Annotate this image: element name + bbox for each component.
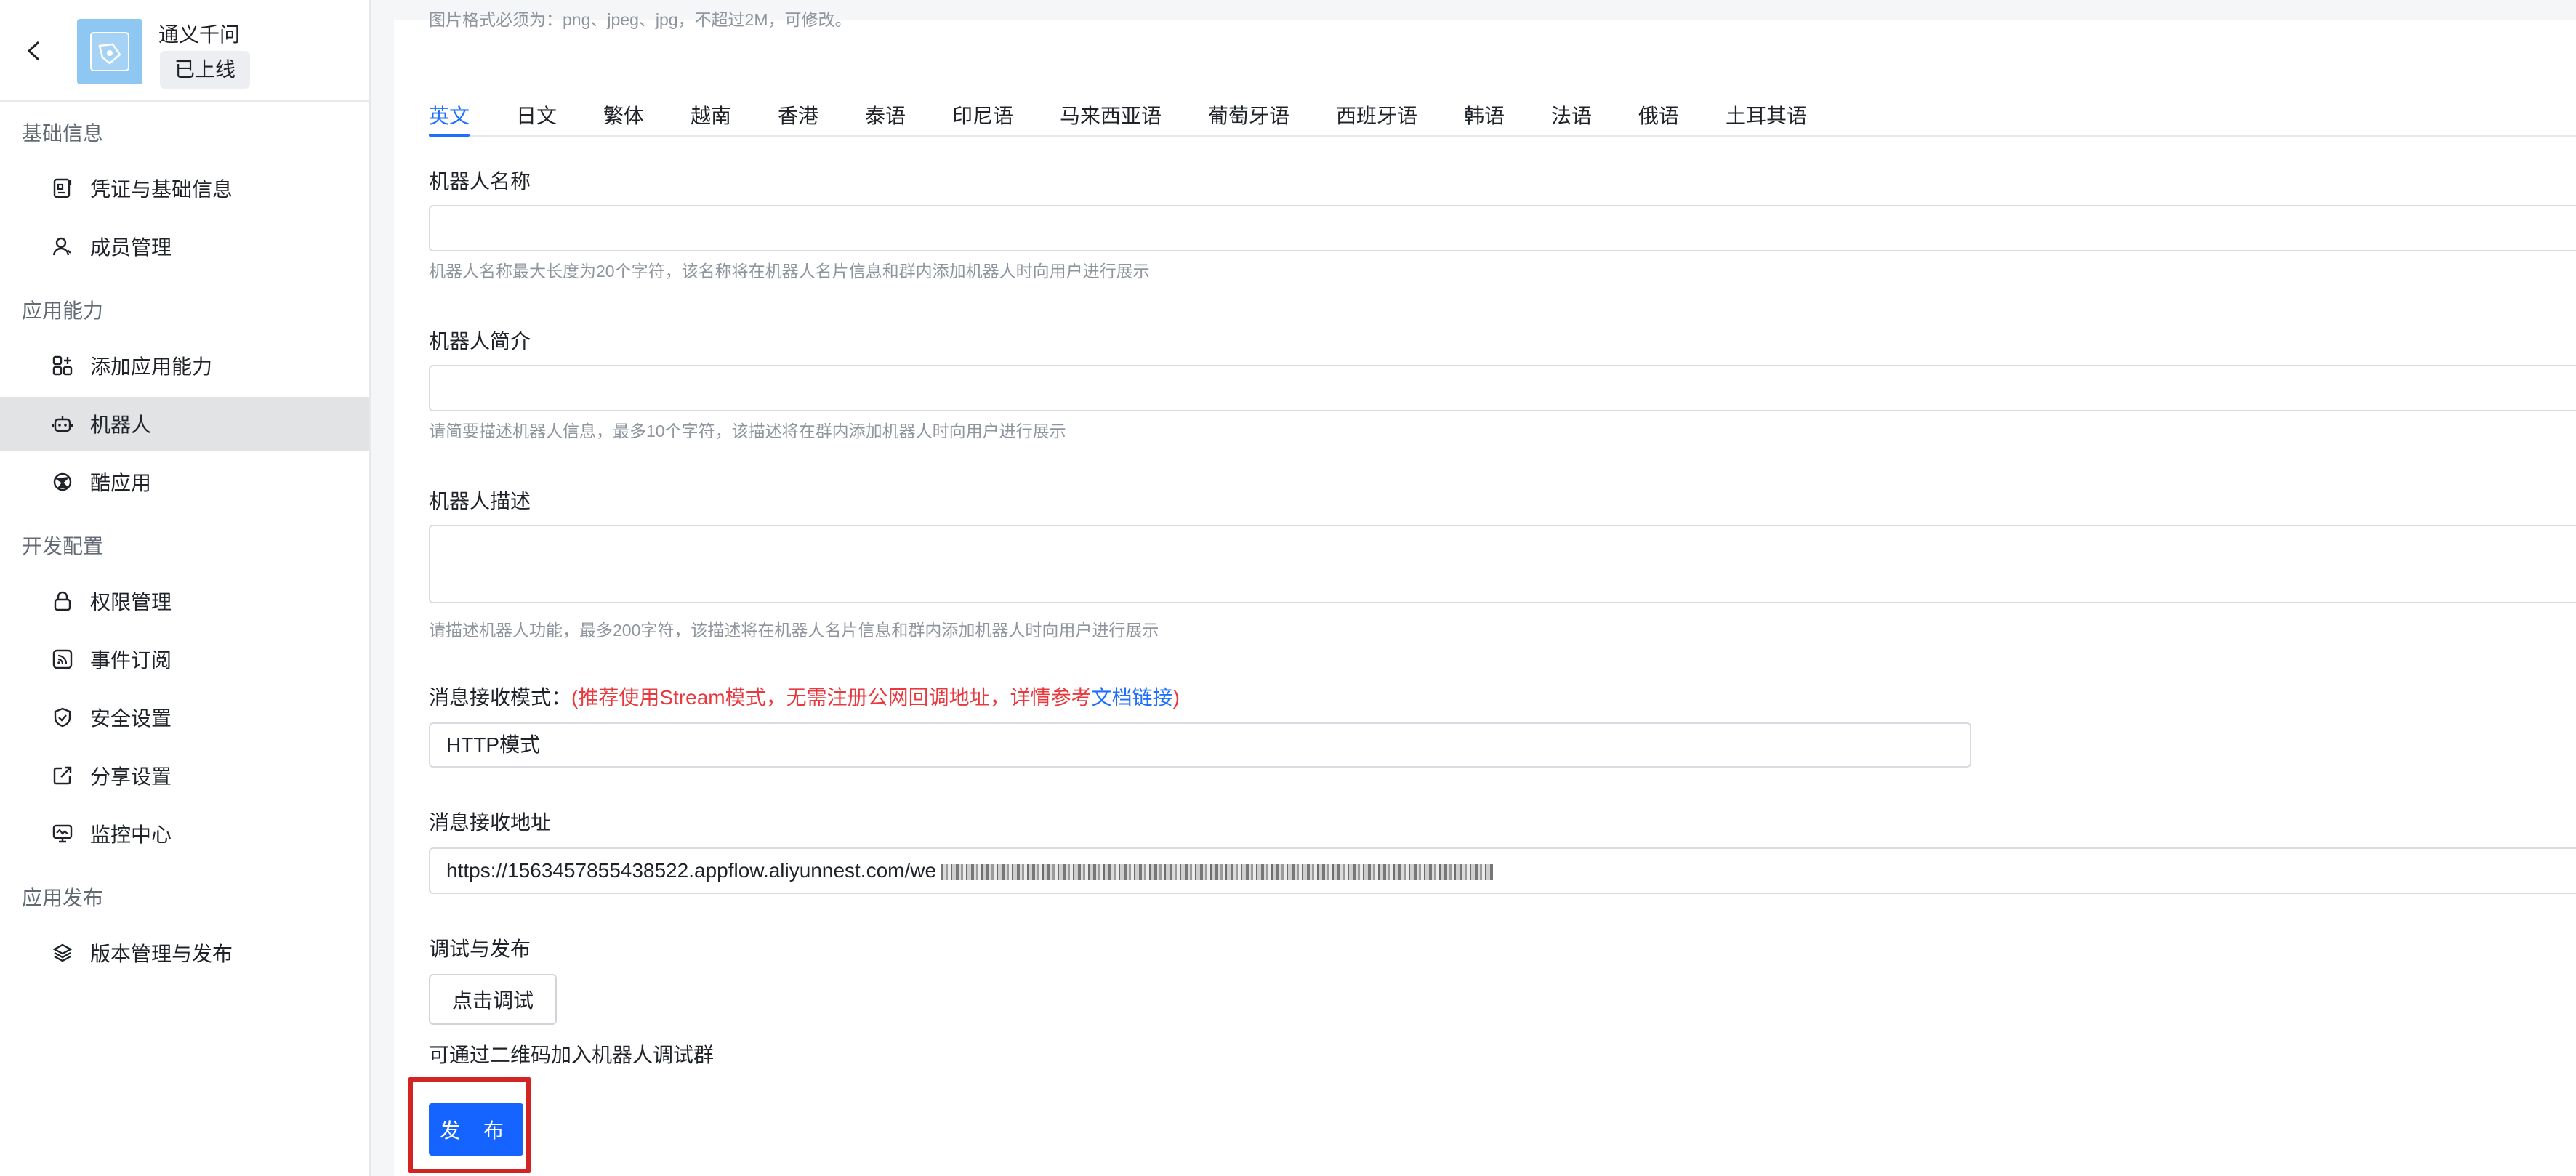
sidebar-item-add-ability[interactable]: 添加应用能力 <box>0 339 369 392</box>
msg-mode-label-text: 消息接收模式： <box>429 686 572 709</box>
sidebar-item-events[interactable]: 事件订阅 <box>0 632 369 686</box>
share-icon <box>51 764 74 787</box>
msg-mode-label: 消息接收模式：(推荐使用Stream模式，无需注册公网回调地址，详情参考文档链接… <box>429 682 1180 711</box>
msg-url-value: https://1563457855438522.appflow.aliyunn… <box>446 859 937 882</box>
app-status-badge: 已上线 <box>160 51 251 89</box>
publish-button[interactable]: 发 布 <box>429 1103 523 1156</box>
section-title-dev-config: 开发配置 <box>22 535 104 557</box>
robot-desc-textarea[interactable] <box>429 525 2576 603</box>
user-icon <box>51 235 74 258</box>
redacted-url-segment <box>941 863 1494 880</box>
sidebar-item-cool-app[interactable]: 酷应用 <box>0 455 369 509</box>
robot-desc-label: 机器人描述 <box>429 490 531 512</box>
tab-traditional-chinese[interactable]: 繁体 <box>603 100 644 129</box>
section-title-publish: 应用发布 <box>22 887 104 909</box>
msg-url-label: 消息接收地址 <box>429 811 552 834</box>
msg-mode-paren-open: ( <box>571 686 579 709</box>
robot-desc-hint: 请描述机器人功能，最多200字符，该描述将在机器人名片信息和群内添加机器人时向用… <box>429 621 1159 640</box>
tab-hongkong[interactable]: 香港 <box>778 100 818 129</box>
tab-malay[interactable]: 马来西亚语 <box>1060 100 1162 129</box>
tab-english[interactable]: 英文 <box>429 100 470 129</box>
language-tabs: 英文 日文 繁体 越南 香港 泰语 印尼语 马来西亚语 葡萄牙语 西班牙语 韩语… <box>429 90 2576 137</box>
shield-icon <box>51 706 74 729</box>
tab-vietnamese[interactable]: 越南 <box>691 100 731 129</box>
sidebar-item-members[interactable]: 成员管理 <box>0 220 369 273</box>
debug-publish-label: 调试与发布 <box>429 938 531 960</box>
robot-name-label: 机器人名称 <box>429 170 531 193</box>
tab-japanese[interactable]: 日文 <box>516 100 557 129</box>
sidebar-item-version-publish[interactable]: 版本管理与发布 <box>0 926 369 980</box>
credential-icon <box>51 177 74 200</box>
doc-link[interactable]: 文档链接 <box>1092 686 1173 709</box>
main-panel: 图片格式必须为：png、jpeg、jpg，不超过2M，可修改。 英文 日文 繁体… <box>394 10 2576 1176</box>
tab-french[interactable]: 法语 <box>1551 100 1592 129</box>
sidebar-item-label: 监控中心 <box>90 823 172 846</box>
tab-spanish[interactable]: 西班牙语 <box>1336 100 1417 129</box>
sidebar-item-label: 凭证与基础信息 <box>90 178 233 201</box>
sidebar-item-label: 权限管理 <box>90 591 172 613</box>
robot-name-input[interactable] <box>429 205 2576 251</box>
section-title-basic: 基础信息 <box>22 122 104 145</box>
tab-thai[interactable]: 泰语 <box>865 100 906 129</box>
back-icon[interactable] <box>20 38 47 64</box>
sidebar-item-label: 版本管理与发布 <box>90 943 233 965</box>
section-title-abilities: 应用能力 <box>22 299 104 322</box>
robot-intro-label: 机器人简介 <box>429 330 531 353</box>
sidebar-item-security[interactable]: 安全设置 <box>0 690 369 744</box>
sidebar-item-label: 酷应用 <box>90 472 152 494</box>
msg-mode-recommendation: 推荐使用Stream模式，无需注册公网回调地址，详情参考 <box>578 686 1092 709</box>
sidebar-item-permissions[interactable]: 权限管理 <box>0 574 369 628</box>
rss-icon <box>51 648 74 671</box>
msg-url-input[interactable]: https://1563457855438522.appflow.aliyunn… <box>429 847 2576 894</box>
sidebar-item-monitor[interactable]: 监控中心 <box>0 807 369 861</box>
robot-intro-hint: 请简要描述机器人信息，最多10个字符，该描述将在群内添加机器人时向用户进行展示 <box>429 422 1066 440</box>
msg-mode-paren-close: ) <box>1172 686 1180 709</box>
robot-icon <box>51 412 74 435</box>
sidebar-item-label: 机器人 <box>90 414 152 436</box>
sidebar-item-credentials[interactable]: 凭证与基础信息 <box>0 161 369 215</box>
layers-icon <box>51 941 74 964</box>
robot-name-hint: 机器人名称最大长度为20个字符，该名称将在机器人名片信息和群内添加机器人时向用户… <box>429 262 1150 281</box>
sidebar-item-share[interactable]: 分享设置 <box>0 749 369 802</box>
tab-turkish[interactable]: 土耳其语 <box>1726 100 1807 129</box>
active-tab-indicator <box>429 134 470 137</box>
tab-korean[interactable]: 韩语 <box>1464 100 1505 129</box>
msg-mode-select[interactable]: HTTP模式 <box>429 722 1971 768</box>
sidebar: 通义千问 已上线 基础信息 凭证与基础信息 成员管理 应用能力 添加应用能力 机… <box>0 0 371 1176</box>
app-header: 通义千问 已上线 <box>0 0 369 102</box>
robot-intro-input[interactable] <box>429 365 2576 411</box>
sidebar-item-label: 事件订阅 <box>90 649 172 672</box>
cool-app-icon <box>51 470 74 494</box>
sidebar-item-label: 添加应用能力 <box>90 355 213 378</box>
tab-russian[interactable]: 俄语 <box>1638 100 1679 129</box>
sidebar-item-label: 安全设置 <box>90 707 172 730</box>
tab-indonesian[interactable]: 印尼语 <box>952 100 1013 129</box>
lock-icon <box>51 589 74 613</box>
image-format-hint: 图片格式必须为：png、jpeg、jpg，不超过2M，可修改。 <box>429 10 852 29</box>
app-logo <box>77 19 142 84</box>
monitor-icon <box>51 822 74 845</box>
debug-button[interactable]: 点击调试 <box>429 974 557 1025</box>
apps-add-icon <box>51 354 74 377</box>
sidebar-item-robot[interactable]: 机器人 <box>0 397 369 451</box>
app-logo-icon <box>90 32 129 71</box>
tab-portuguese[interactable]: 葡萄牙语 <box>1208 100 1289 129</box>
sidebar-item-label: 分享设置 <box>90 765 172 788</box>
sidebar-item-label: 成员管理 <box>90 236 172 259</box>
qr-join-text: 可通过二维码加入机器人调试群 <box>429 1044 715 1066</box>
app-name: 通义千问 <box>158 23 241 46</box>
